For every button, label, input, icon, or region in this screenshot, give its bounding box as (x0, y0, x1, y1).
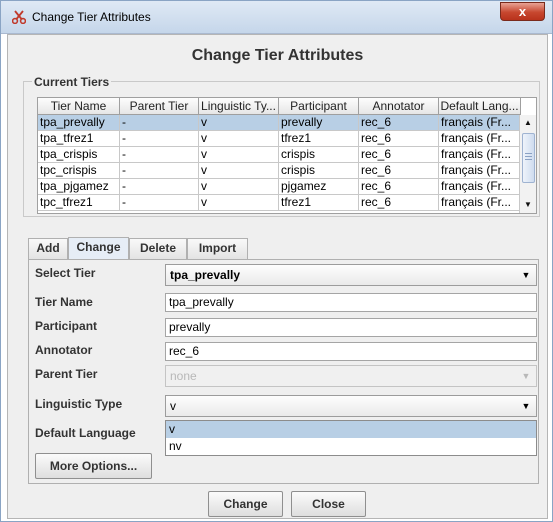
table-cell: crispis (279, 147, 359, 163)
parent-tier-combobox: none ▼ (165, 365, 537, 387)
table-cell: rec_6 (359, 147, 439, 163)
dialog-window: Change Tier Attributes x Change Tier Att… (0, 0, 553, 522)
table-cell: rec_6 (359, 131, 439, 147)
table-cell: rec_6 (359, 179, 439, 195)
table-cell: pjgamez (279, 179, 359, 195)
annotator-field[interactable]: rec_6 (165, 342, 537, 361)
dropdown-option-nv[interactable]: nv (166, 438, 536, 455)
change-button[interactable]: Change (208, 491, 283, 517)
column-header-linguistic-type[interactable]: Linguistic Ty... (199, 98, 279, 115)
dialog-heading: Change Tier Attributes (191, 47, 364, 64)
table-cell: v (199, 115, 279, 131)
parent-tier-label: Parent Tier (35, 367, 98, 381)
table-cell: v (199, 195, 279, 211)
table-cell: français (Fr... (439, 131, 521, 147)
table-cell: rec_6 (359, 115, 439, 131)
chevron-down-icon[interactable]: ▼ (516, 396, 536, 416)
table-cell: rec_6 (359, 163, 439, 179)
dropdown-option-v[interactable]: v (166, 421, 536, 438)
table-cell: tpa_prevally (38, 115, 120, 131)
table-row[interactable]: tpa_crispis - v crispis rec_6 français (… (38, 147, 521, 163)
table-cell: - (120, 195, 199, 211)
table-cell: crispis (279, 163, 359, 179)
table-cell: tfrez1 (279, 195, 359, 211)
linguistic-type-dropdown-list: v nv (165, 420, 537, 456)
table-cell: tpa_tfrez1 (38, 131, 120, 147)
tiers-table: Tier Name Parent Tier Linguistic Ty... P… (37, 97, 537, 214)
select-tier-combobox[interactable]: tpa_prevally ▼ (165, 264, 537, 286)
table-cell: prevally (279, 115, 359, 131)
scrollbar-thumb[interactable] (522, 133, 535, 183)
table-cell: - (120, 163, 199, 179)
table-cell: v (199, 147, 279, 163)
column-header-parent-tier[interactable]: Parent Tier (120, 98, 199, 115)
linguistic-type-combobox[interactable]: v ▼ (165, 395, 537, 417)
participant-label: Participant (35, 319, 98, 333)
current-tiers-legend: Current Tiers (32, 75, 112, 89)
column-header-tier-name[interactable]: Tier Name (38, 98, 120, 115)
table-row[interactable]: tpa_pjgamez - v pjgamez rec_6 français (… (38, 179, 521, 195)
table-vertical-scrollbar[interactable]: ▲ ▼ (519, 115, 536, 213)
table-row[interactable]: tpc_crispis - v crispis rec_6 français (… (38, 163, 521, 179)
tab-change[interactable]: Change (68, 237, 129, 260)
scissors-app-icon (12, 10, 26, 24)
table-cell: français (Fr... (439, 147, 521, 163)
tab-delete[interactable]: Delete (129, 238, 187, 259)
table-cell: tpa_crispis (38, 147, 120, 163)
table-cell: v (199, 179, 279, 195)
table-cell: - (120, 131, 199, 147)
tab-import[interactable]: Import (187, 238, 248, 259)
annotator-label: Annotator (35, 343, 93, 357)
default-language-label: Default Language (35, 426, 136, 440)
linguistic-type-value: v (170, 399, 176, 413)
table-row[interactable]: tpc_tfrez1 - v tfrez1 rec_6 français (Fr… (38, 195, 521, 211)
window-close-button[interactable]: x (500, 2, 545, 21)
table-cell: tpc_crispis (38, 163, 120, 179)
window-title: Change Tier Attributes (32, 10, 151, 24)
table-row[interactable]: tpa_tfrez1 - v tfrez1 rec_6 français (Fr… (38, 131, 521, 147)
close-button[interactable]: Close (291, 491, 366, 517)
table-cell: rec_6 (359, 195, 439, 211)
chevron-down-icon[interactable]: ▼ (516, 265, 536, 285)
title-bar[interactable]: Change Tier Attributes x (1, 1, 552, 34)
table-cell: français (Fr... (439, 179, 521, 195)
more-options-button[interactable]: More Options... (35, 453, 152, 479)
parent-tier-value: none (170, 369, 197, 383)
table-cell: - (120, 115, 199, 131)
column-header-default-language[interactable]: Default Lang... (439, 98, 521, 115)
table-row[interactable]: tpa_prevally - v prevally rec_6 français… (38, 115, 521, 131)
table-cell: tpc_tfrez1 (38, 195, 120, 211)
table-cell: tpa_pjgamez (38, 179, 120, 195)
tier-name-label: Tier Name (35, 295, 93, 309)
select-tier-label: Select Tier (35, 266, 96, 280)
chevron-down-icon: ▼ (521, 371, 531, 381)
scroll-up-icon[interactable]: ▲ (520, 115, 536, 131)
table-cell: français (Fr... (439, 195, 521, 211)
table-cell: français (Fr... (439, 115, 521, 131)
tier-name-field[interactable]: tpa_prevally (165, 293, 537, 312)
table-cell: français (Fr... (439, 163, 521, 179)
participant-field[interactable]: prevally (165, 318, 537, 337)
tab-add[interactable]: Add (28, 238, 68, 259)
table-cell: - (120, 147, 199, 163)
scroll-down-icon[interactable]: ▼ (520, 197, 536, 213)
table-cell: tfrez1 (279, 131, 359, 147)
linguistic-type-label: Linguistic Type (35, 397, 123, 411)
column-header-participant[interactable]: Participant (279, 98, 359, 115)
select-tier-value: tpa_prevally (170, 268, 241, 282)
table-cell: v (199, 163, 279, 179)
column-header-annotator[interactable]: Annotator (359, 98, 439, 115)
table-cell: - (120, 179, 199, 195)
table-cell: v (199, 131, 279, 147)
